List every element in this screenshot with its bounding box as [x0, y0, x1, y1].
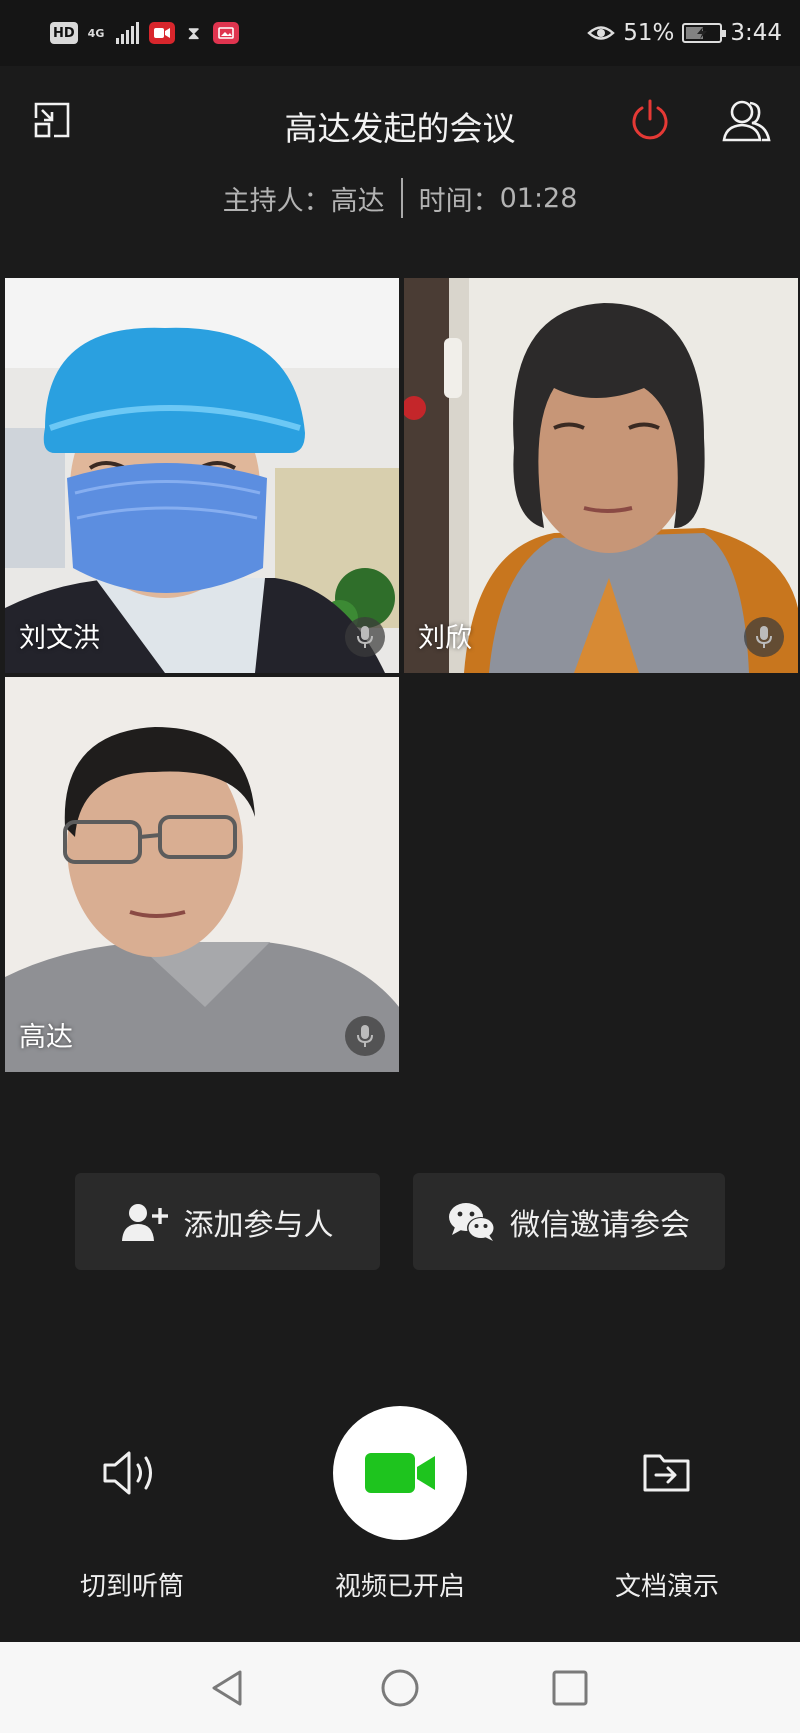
add-person-icon — [121, 1203, 168, 1241]
participant-video — [5, 278, 399, 673]
video-tile-2[interactable]: 刘欣 — [404, 278, 798, 673]
status-right: 51% 3:44 — [587, 18, 782, 48]
home-button[interactable] — [378, 1666, 422, 1710]
document-present-label: 文档演示 — [614, 1572, 719, 1602]
end-meeting-button[interactable] — [628, 98, 672, 142]
system-nav-bar — [0, 1642, 800, 1733]
video-toggle-button[interactable] — [333, 1406, 467, 1540]
microphone-icon — [357, 1025, 373, 1047]
video-tile-3[interactable]: 高达 — [5, 677, 399, 1072]
time-label: 时间： — [418, 185, 500, 217]
participants-button[interactable] — [722, 98, 772, 144]
add-participant-label: 添加参与人 — [183, 1207, 334, 1243]
meta-divider — [400, 178, 403, 218]
video-camera-icon — [365, 1453, 435, 1493]
microphone-icon — [357, 626, 373, 648]
status-bar: HD 4G ⧗ 51% 3:44 — [0, 0, 800, 66]
status-left: HD 4G ⧗ — [50, 20, 239, 46]
meeting-header: 高达发起的会议 主持人： 高达 时间： 01:28 — [0, 66, 800, 246]
folder-share-icon — [643, 1454, 690, 1492]
back-button[interactable] — [206, 1666, 250, 1710]
battery-percent: 51% — [623, 20, 675, 46]
participant-video — [404, 278, 798, 673]
video-app-icon — [148, 22, 175, 44]
back-triangle-icon — [212, 1670, 242, 1706]
hd-icon: HD — [50, 22, 78, 44]
eye-icon — [587, 26, 615, 40]
photo-app-icon — [212, 22, 239, 44]
document-present-button[interactable]: 文档演示 — [567, 1406, 767, 1602]
participants-icon — [722, 100, 771, 142]
power-icon — [632, 99, 668, 140]
signal-icon — [115, 22, 139, 44]
wechat-icon — [449, 1202, 495, 1241]
wechat-invite-button[interactable]: 微信邀请参会 — [413, 1173, 725, 1270]
participant-name: 高达 — [19, 1022, 73, 1053]
add-participant-button[interactable]: 添加参与人 — [75, 1173, 380, 1270]
video-tile-1[interactable]: 刘文洪 — [5, 278, 399, 673]
participant-name: 刘欣 — [418, 623, 472, 654]
recents-square-icon — [552, 1670, 588, 1706]
video-status-label: 视频已开启 — [334, 1572, 465, 1602]
host-label: 主持人： — [222, 185, 331, 217]
participant-name: 刘文洪 — [19, 623, 100, 654]
wechat-invite-label: 微信邀请参会 — [510, 1207, 690, 1243]
meeting-meta: 主持人： 高达 时间： 01:28 — [0, 178, 800, 218]
elapsed-time: 01:28 — [499, 182, 578, 214]
network-type: 4G — [87, 26, 105, 40]
mic-status[interactable] — [345, 1016, 385, 1056]
battery-icon — [682, 23, 727, 43]
meeting-title: 高达发起的会议 — [284, 109, 516, 148]
participant-video — [5, 677, 399, 1072]
clock: 3:44 — [730, 20, 782, 46]
mic-status[interactable] — [744, 617, 784, 657]
home-circle-icon — [381, 1669, 419, 1707]
switch-to-earpiece-button[interactable]: 切到听筒 — [32, 1406, 232, 1602]
host-name: 高达 — [330, 185, 385, 217]
hourglass-icon: ⧗ — [187, 22, 200, 44]
switch-to-earpiece-label: 切到听筒 — [79, 1572, 184, 1602]
microphone-icon — [756, 626, 772, 648]
mic-status[interactable] — [345, 617, 385, 657]
speaker-icon — [103, 1451, 152, 1495]
recents-button[interactable] — [548, 1666, 592, 1710]
